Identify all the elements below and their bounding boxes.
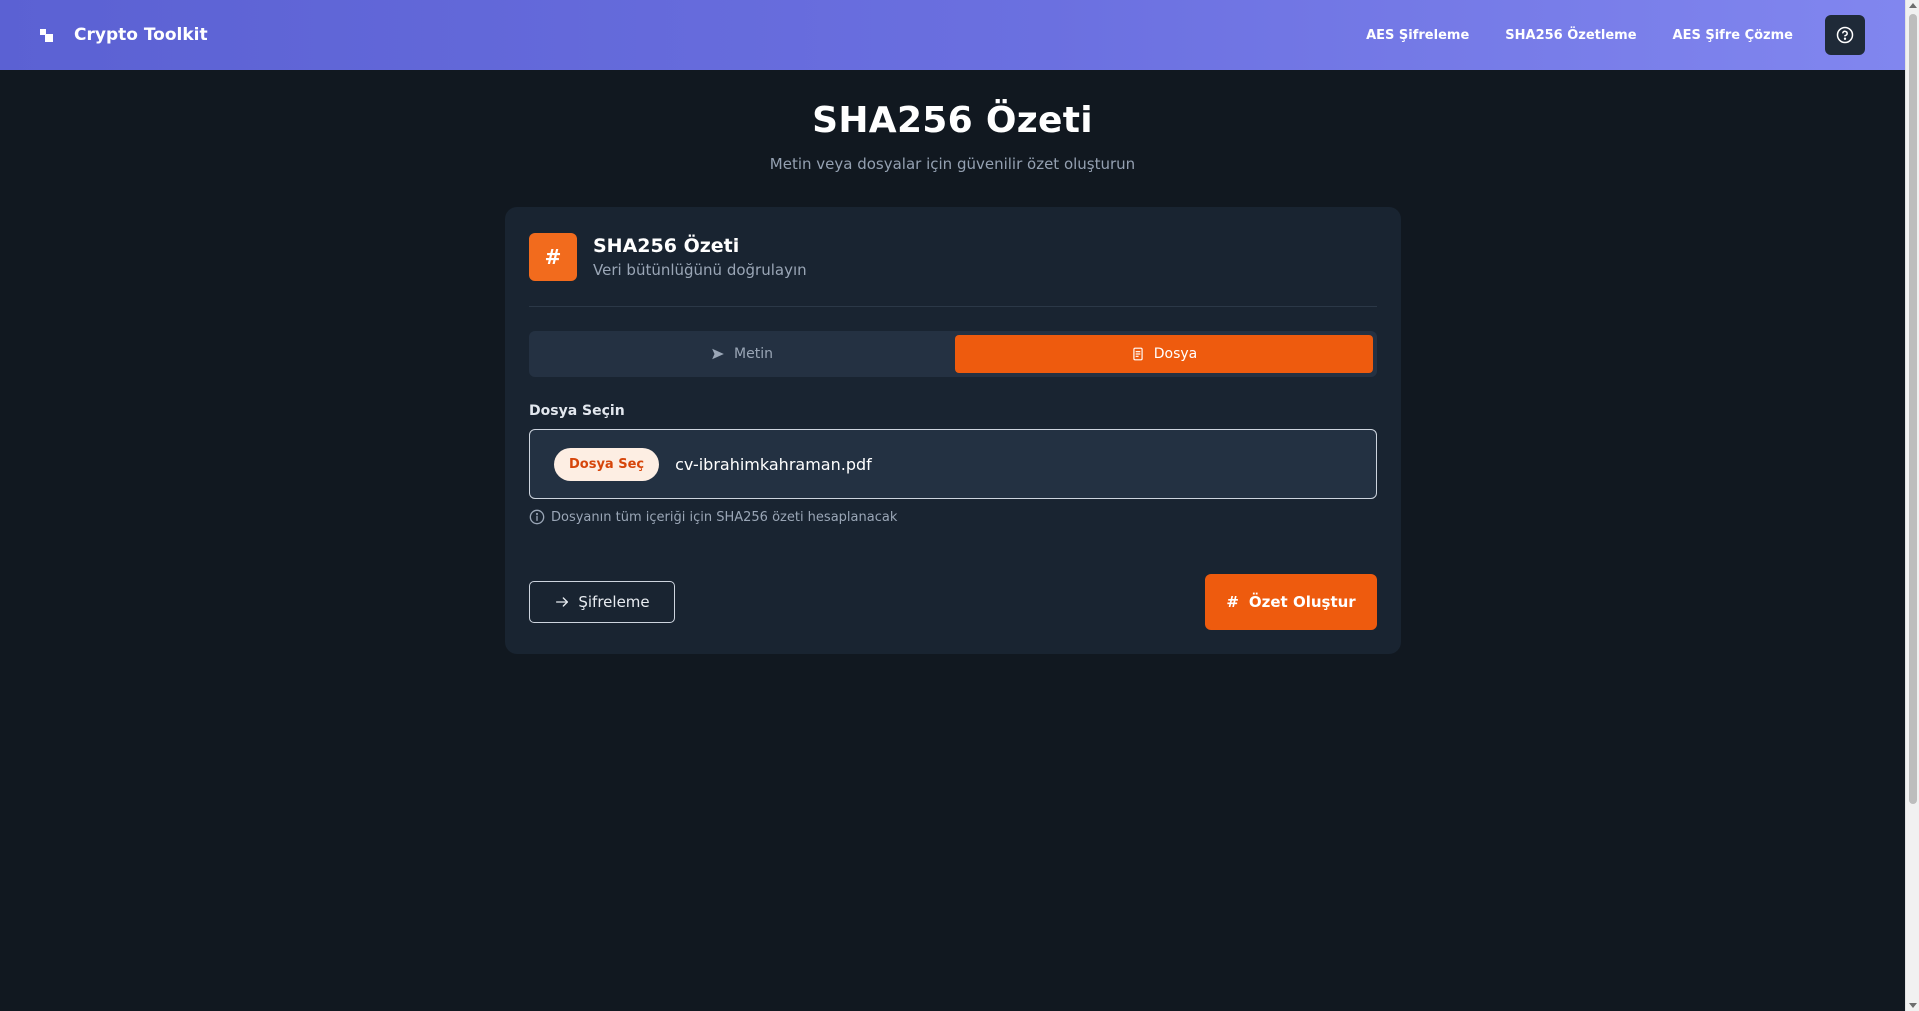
scroll-thumb[interactable] [1909,14,1917,804]
navbar: Crypto Toolkit AES Şifreleme SHA256 Özet… [0,0,1905,70]
file-field-label: Dosya Seçin [529,403,625,419]
go-encrypt-button[interactable]: Şifreleme [529,581,675,623]
divider [529,306,1377,307]
hash-icon: # [529,233,577,281]
card-title: SHA256 Özeti [593,235,740,257]
tab-text-label: Metin [734,346,773,362]
brand-title: Crypto Toolkit [74,25,208,45]
tab-text[interactable]: Metin [533,335,951,373]
info-icon [529,509,545,525]
logo-icon [40,28,54,42]
hash-card: # SHA256 Özeti Veri bütünlüğünü doğrulay… [505,207,1401,654]
nav-link-sha256[interactable]: SHA256 Özetleme [1487,28,1654,43]
file-input[interactable]: Dosya Seç cv-ibrahimkahraman.pdf [529,429,1377,499]
arrow-right-icon [556,597,569,607]
generate-hash-button[interactable]: # Özet Oluştur [1205,574,1377,630]
nav-links: AES Şifreleme SHA256 Özetleme AES Şifre … [1348,15,1865,55]
tab-file-label: Dosya [1153,346,1198,362]
nav-link-aes-decrypt[interactable]: AES Şifre Çözme [1655,28,1811,43]
tab-file[interactable]: Dosya [955,335,1373,373]
scroll-up-icon[interactable] [1909,3,1917,8]
scrollbar[interactable] [1905,0,1919,1011]
hash-icon-small: # [1226,593,1239,611]
file-hint-text: Dosyanın tüm içeriği için SHA256 özeti h… [551,509,898,525]
card-header: # SHA256 Özeti Veri bütünlüğünü doğrulay… [529,233,1377,281]
selected-file-name: cv-ibrahimkahraman.pdf [675,454,872,474]
card-actions: Şifreleme # Özet Oluştur [529,574,1377,630]
help-button[interactable] [1825,15,1865,55]
page-header: SHA256 Özeti Metin veya dosyalar için gü… [0,100,1905,173]
mode-tabs: Metin Dosya [529,331,1377,377]
document-icon [1133,347,1143,361]
nav-link-aes-encrypt[interactable]: AES Şifreleme [1348,28,1487,43]
page-subtitle: Metin veya dosyalar için güvenilir özet … [769,155,1136,173]
go-encrypt-label: Şifreleme [578,593,650,611]
scroll-down-icon[interactable] [1909,1003,1917,1008]
page-title: SHA256 Özeti [812,100,1093,141]
question-circle-icon [1836,26,1854,44]
file-hint: Dosyanın tüm içeriği için SHA256 özeti h… [529,509,1377,525]
choose-file-button[interactable]: Dosya Seç [554,447,660,481]
card-description: Veri bütünlüğünü doğrulayın [593,261,807,279]
page: Crypto Toolkit AES Şifreleme SHA256 Özet… [0,0,1919,1011]
brand[interactable]: Crypto Toolkit [40,25,208,45]
send-icon [712,348,724,360]
generate-hash-label: Özet Oluştur [1248,593,1356,611]
